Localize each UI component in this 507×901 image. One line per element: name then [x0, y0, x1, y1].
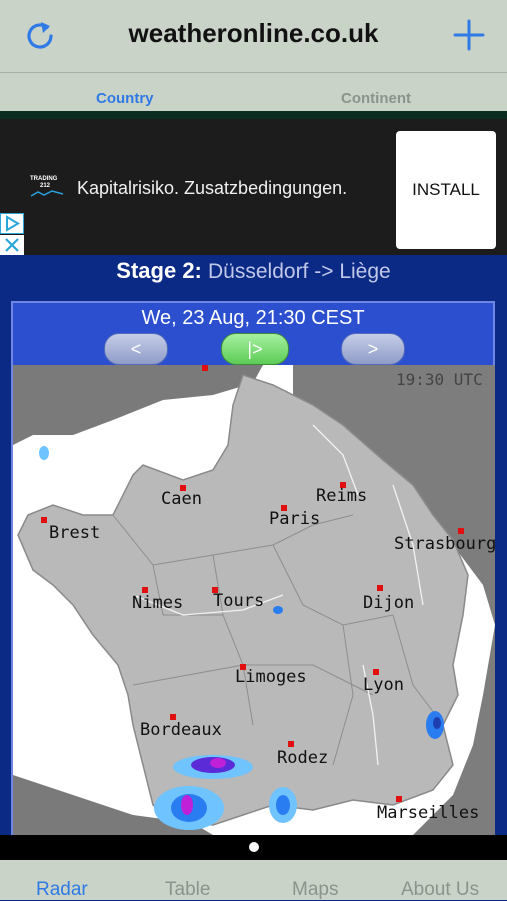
city-label: Brest [49, 523, 100, 543]
close-icon[interactable] [0, 235, 24, 255]
stage-route: Düsseldorf -> Liège [208, 260, 391, 283]
city-label: Dijon [363, 593, 414, 613]
city-label: Caen [161, 489, 202, 509]
tab-maps[interactable]: Maps [292, 879, 338, 901]
next-button[interactable]: > [341, 333, 405, 365]
segment-bar [0, 73, 507, 111]
city-label: Lyon [363, 675, 404, 695]
previous-button[interactable]: < [104, 333, 168, 365]
city-label: Tours [213, 591, 264, 611]
tab-table[interactable]: Table [165, 879, 210, 901]
city-label: Rodez [277, 748, 328, 768]
city-label: Nimes [132, 593, 183, 613]
city-label: Paris [269, 509, 320, 529]
ad-logo: TRADING 212 [30, 176, 70, 204]
tab-about-us[interactable]: About Us [401, 879, 479, 901]
page-dot[interactable] [249, 842, 259, 852]
divider [0, 111, 507, 119]
stage-label: Stage 2: [116, 258, 202, 283]
ad-logo-line2: 212 [40, 183, 51, 189]
tab-continent[interactable]: Continent [341, 90, 411, 107]
city-label: Limoges [235, 667, 307, 687]
city-label: Marseilles [377, 803, 479, 823]
city-label: Bordeaux [140, 720, 222, 740]
tab-radar[interactable]: Radar [36, 879, 88, 901]
adchoices-icon[interactable] [0, 213, 24, 234]
ad-logo-line1: TRADING [30, 176, 58, 182]
radar-datetime: We, 23 Aug, 21:30 CEST [141, 307, 365, 329]
play-button[interactable]: |> [221, 333, 289, 365]
ad-text[interactable]: Kapitalrisiko. Zusatzbedingungen. [77, 178, 347, 199]
app-title: weatheronline.co.uk [128, 18, 379, 48]
install-button[interactable]: INSTALL [396, 131, 496, 249]
city-label: Reims [316, 486, 367, 506]
plus-icon[interactable] [452, 18, 486, 52]
city-label: Strasbourg [394, 534, 495, 554]
utc-time: 19:30 UTC [396, 370, 483, 389]
stage-heading: Stage 2: Düsseldorf -> Liège [0, 258, 507, 284]
tab-country[interactable]: Country [96, 90, 154, 107]
radar-map[interactable]: 19:30 UTC Caen Reims Paris Brest Strasbo… [13, 365, 495, 835]
